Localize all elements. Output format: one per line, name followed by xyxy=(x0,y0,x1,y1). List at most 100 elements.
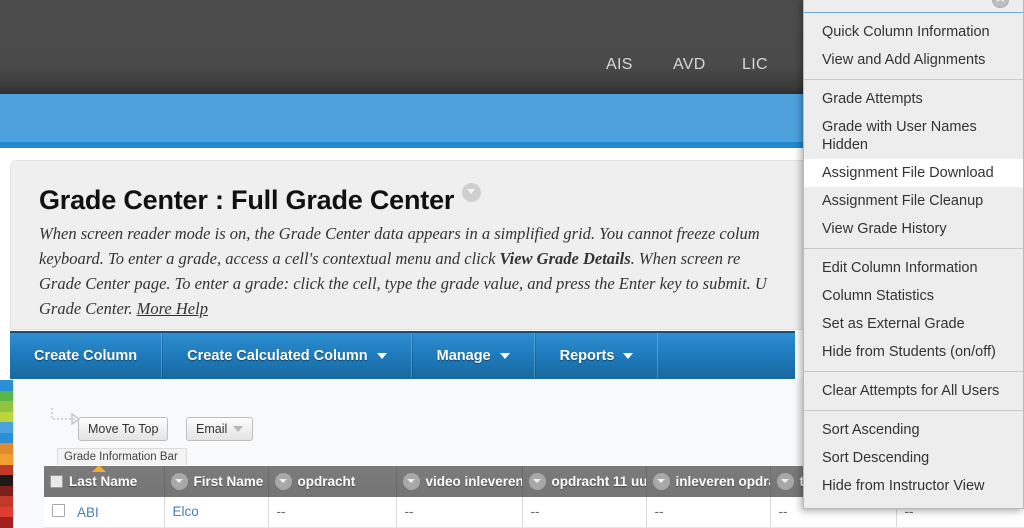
instructions-line-2a: keyboard. To enter a grade, access a cel… xyxy=(39,249,500,268)
column-header-inner: First Name xyxy=(165,473,268,490)
left-color-strip xyxy=(0,380,13,528)
cell-grade-1[interactable]: -- xyxy=(268,497,397,528)
sort-ascending-caret-icon xyxy=(92,466,106,472)
menu-item-grade-attempts[interactable]: Grade Attempts xyxy=(804,85,1023,113)
color-strip-segment-14 xyxy=(0,517,13,528)
chevron-down-icon[interactable] xyxy=(170,473,188,490)
column-header-label: opdracht 11 uu xyxy=(551,474,646,489)
color-strip-segment-13 xyxy=(0,506,13,518)
menu-item-quick-column-information[interactable]: Quick Column Information xyxy=(804,18,1023,46)
page-title-chevron-down-icon[interactable] xyxy=(462,183,482,202)
create-calculated-column-label: Create Calculated Column xyxy=(187,348,368,364)
menu-item-hide-from-instructor-view[interactable]: Hide from Instructor View xyxy=(804,472,1023,500)
cell-grade-4[interactable]: -- xyxy=(646,497,771,528)
column-header-last-name[interactable]: Last Name xyxy=(44,466,165,497)
create-calculated-column-button[interactable]: Create Calculated Column xyxy=(162,333,412,379)
column-header-inleveren-opdra[interactable]: inleveren opdra xyxy=(646,466,771,497)
manage-label: Manage xyxy=(436,348,491,364)
grade-information-bar-tab[interactable]: Grade Information Bar xyxy=(57,448,187,465)
menu-item-sort-descending[interactable]: Sort Descending xyxy=(804,444,1023,472)
context-menu-groups: Quick Column Information View and Add Ali… xyxy=(804,13,1023,505)
email-button[interactable]: Email xyxy=(186,417,254,441)
color-strip-segment-6 xyxy=(0,432,13,444)
cell-grade-2[interactable]: -- xyxy=(396,497,523,528)
email-label: Email xyxy=(196,422,228,436)
page-title-text: Grade Center : Full Grade Center xyxy=(39,185,455,215)
color-strip-segment-5 xyxy=(0,422,13,433)
color-strip-segment-9 xyxy=(0,464,13,476)
grade-center-action-bar: Create Column Create Calculated Column M… xyxy=(10,331,795,379)
last-name-value: ABI xyxy=(77,504,99,520)
close-icon[interactable]: ✕ xyxy=(992,0,1009,8)
chevron-down-icon xyxy=(376,353,387,359)
column-header-inner: video inleveren xyxy=(397,473,522,490)
column-header-label: opdracht xyxy=(297,474,356,489)
chevron-down-icon[interactable] xyxy=(528,473,546,490)
nav-link-avd[interactable]: AVD xyxy=(653,56,726,74)
color-strip-segment-10 xyxy=(0,475,13,486)
color-strip-segment-2 xyxy=(0,390,13,402)
menu-item-hide-from-students-on-off[interactable]: Hide from Students (on/off) xyxy=(804,338,1023,366)
color-strip-segment-1 xyxy=(0,380,13,391)
nav-link-lic[interactable]: LIC xyxy=(722,56,788,74)
context-menu-group-4: Clear Attempts for All Users xyxy=(804,371,1023,410)
context-menu-group-5: Sort Ascending Sort Descending Hide from I… xyxy=(804,410,1023,505)
column-header-label: video inleveren xyxy=(425,474,522,489)
column-header-label: Last Name xyxy=(69,474,138,489)
menu-item-edit-column-information[interactable]: Edit Column Information xyxy=(804,254,1023,282)
column-header-inner: Last Name xyxy=(44,474,163,489)
context-menu-group-3: Edit Column Information Column Statistics… xyxy=(804,248,1023,371)
nav-link-ais[interactable]: AIS xyxy=(586,56,653,74)
cell-last-name[interactable]: ABI xyxy=(44,497,165,528)
menu-item-clear-attempts-for-all-users[interactable]: Clear Attempts for All Users xyxy=(804,377,1023,405)
cell-first-name[interactable]: Elco xyxy=(164,497,269,528)
column-header-opdracht[interactable]: opdracht xyxy=(268,466,397,497)
move-to-top-arrow-icon xyxy=(51,408,80,426)
menu-item-sort-ascending[interactable]: Sort Ascending xyxy=(804,416,1023,444)
context-menu-titlebar: ✕ xyxy=(804,0,1023,13)
menu-item-assignment-file-cleanup[interactable]: Assignment File Cleanup xyxy=(804,187,1023,215)
column-header-inner: inleveren opdra xyxy=(647,473,770,490)
color-strip-segment-11 xyxy=(0,485,13,497)
column-header-label: First Name xyxy=(193,474,264,489)
menu-item-view-grade-history[interactable]: View Grade History xyxy=(804,215,1023,243)
column-header-video-inleveren[interactable]: video inleveren xyxy=(396,466,523,497)
chevron-down-icon[interactable] xyxy=(402,473,420,490)
action-bar-filler xyxy=(658,333,795,379)
chevron-down-icon[interactable] xyxy=(652,473,670,490)
menu-item-assignment-file-download[interactable]: Assignment File Download xyxy=(804,159,1023,187)
chevron-down-icon xyxy=(499,353,510,359)
create-column-label: Create Column xyxy=(34,348,138,364)
context-menu-group-1: Quick Column Information View and Add Ali… xyxy=(804,13,1023,79)
grade-information-bar-label: Grade Information Bar xyxy=(64,451,178,463)
chevron-down-icon xyxy=(233,426,244,432)
instructions-line-2c: . When screen re xyxy=(630,249,741,268)
menu-item-view-and-add-alignments[interactable]: View and Add Alignments xyxy=(804,46,1023,74)
instructions-line-4a: Grade Center. xyxy=(39,299,137,318)
column-header-first-name[interactable]: First Name xyxy=(164,466,269,497)
page-title: Grade Center : Full Grade Center xyxy=(39,183,482,216)
column-header-inner: opdracht 11 uu xyxy=(523,473,646,490)
menu-item-set-as-external-grade[interactable]: Set as External Grade xyxy=(804,310,1023,338)
move-to-top-label: Move To Top xyxy=(88,422,159,436)
cell-grade-3[interactable]: -- xyxy=(522,497,647,528)
column-header-label: inleveren opdra xyxy=(675,474,770,489)
color-strip-segment-8 xyxy=(0,453,13,465)
reports-button[interactable]: Reports xyxy=(534,333,659,379)
more-help-link[interactable]: More Help xyxy=(137,299,208,318)
color-strip-segment-7 xyxy=(0,443,13,454)
chevron-down-icon xyxy=(623,353,634,359)
chevron-down-icon[interactable] xyxy=(776,473,794,490)
move-to-top-button[interactable]: Move To Top xyxy=(78,417,169,441)
create-column-button[interactable]: Create Column xyxy=(10,333,163,379)
column-header-opdracht-11-uu[interactable]: opdracht 11 uu xyxy=(522,466,647,497)
context-menu-group-2: Grade Attempts Grade with User Names Hidd… xyxy=(804,79,1023,248)
row-checkbox[interactable] xyxy=(52,503,65,517)
color-strip-segment-3 xyxy=(0,401,13,412)
menu-item-column-statistics[interactable]: Column Statistics xyxy=(804,282,1023,310)
manage-button[interactable]: Manage xyxy=(411,333,535,379)
chevron-down-icon[interactable] xyxy=(274,473,292,490)
reports-label: Reports xyxy=(559,348,615,364)
menu-item-grade-with-user-names-hidden[interactable]: Grade with User Names Hidden xyxy=(804,113,1023,159)
select-all-checkbox[interactable] xyxy=(50,475,63,488)
